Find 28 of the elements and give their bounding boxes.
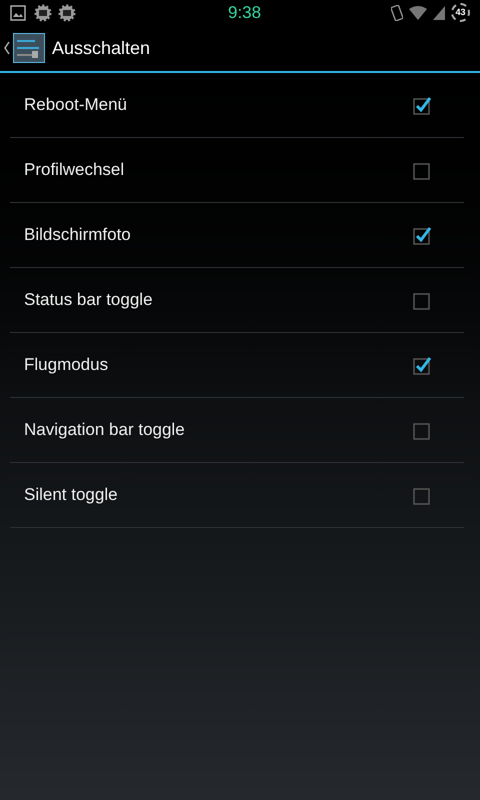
back-icon bbox=[3, 40, 11, 56]
setting-label: Flugmodus bbox=[24, 354, 108, 376]
gear-icon bbox=[34, 4, 52, 22]
setting-label: Status bar toggle bbox=[24, 289, 153, 312]
setting-label: Reboot-Menü bbox=[24, 94, 128, 116]
setting-row[interactable]: Bildschirmfoto bbox=[10, 203, 464, 268]
setting-row[interactable]: Navigation bar toggle bbox=[10, 398, 464, 463]
screen-title: Ausschalten bbox=[52, 36, 150, 60]
battery-icon: 43 bbox=[451, 3, 470, 22]
setting-row[interactable]: Profilwechsel bbox=[10, 138, 464, 203]
setting-row[interactable]: Reboot-Menü bbox=[10, 73, 464, 138]
setting-label: Bildschirmfoto bbox=[24, 224, 131, 246]
checkbox[interactable] bbox=[412, 355, 432, 375]
image-icon bbox=[10, 4, 26, 20]
setting-row[interactable]: Silent toggle bbox=[10, 463, 464, 528]
rotation-icon bbox=[391, 4, 403, 20]
checkbox[interactable] bbox=[412, 95, 432, 115]
setting-row[interactable]: Status bar toggle bbox=[10, 268, 464, 333]
setting-row[interactable]: Flugmodus bbox=[10, 333, 464, 398]
setting-label: Profilwechsel bbox=[24, 159, 124, 182]
setting-label: Navigation bar toggle bbox=[24, 419, 185, 442]
clock-time: 9:38 bbox=[228, 2, 262, 24]
gear-icon bbox=[58, 4, 76, 22]
wifi-icon bbox=[409, 6, 427, 20]
checkbox[interactable] bbox=[412, 225, 432, 245]
setting-label: Silent toggle bbox=[24, 484, 118, 506]
app-icon bbox=[13, 33, 45, 63]
signal-icon bbox=[433, 6, 445, 20]
